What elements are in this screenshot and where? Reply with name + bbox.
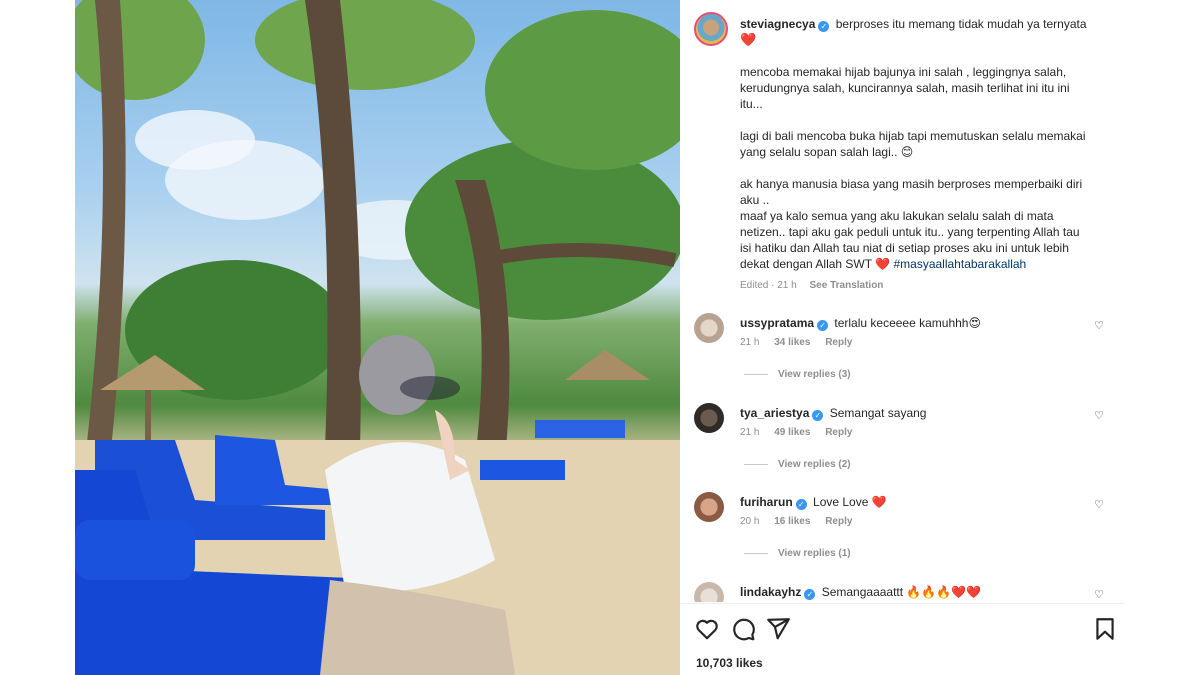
comment-text-line: lindakayhz ✓ Semangaaaattt 🔥🔥🔥❤️❤️	[740, 585, 981, 600]
commenter-username[interactable]: tya_ariestya	[740, 406, 809, 420]
caption-body: mencoba memakai hijab bajunya ini salah …	[740, 64, 1100, 272]
view-replies-label: View replies (2)	[778, 459, 851, 470]
comment-like-heart-icon[interactable]: ♡	[1094, 588, 1104, 601]
verified-badge-icon: ✓	[804, 589, 816, 600]
verified-badge-icon: ✓	[817, 320, 829, 331]
replies-divider	[744, 552, 768, 554]
caption-paragraph-2: lagi di bali mencoba buka hijab tapi mem…	[740, 129, 1086, 159]
verified-badge-icon: ✓	[812, 410, 824, 421]
replies-divider	[744, 463, 768, 465]
comment-like-heart-icon[interactable]: ♡	[1094, 409, 1104, 422]
commenter-username[interactable]: ussypratama	[740, 316, 814, 330]
comment-meta: 21 h 49 likes Reply	[740, 427, 864, 438]
caption-first-line: steviagnecya ✓ berproses itu memang tidak…	[740, 16, 1100, 48]
post-photo[interactable]	[75, 0, 680, 675]
comment-meta: 20 h 16 likes Reply	[740, 516, 864, 527]
reply-button[interactable]: Reply	[825, 337, 852, 348]
comment-text: Semangat sayang	[829, 406, 927, 420]
comment-likes[interactable]: 16 likes	[774, 516, 810, 527]
edited-label: Edited · 21 h	[740, 280, 797, 291]
author-avatar[interactable]	[694, 12, 728, 46]
comment-meta: 21 h 34 likes Reply	[740, 337, 864, 348]
commenter-avatar[interactable]	[694, 582, 724, 602]
comment-item: tya_ariestya ✓ Semangat sayang 21 h 49 li…	[694, 403, 1114, 463]
comment-item: ussypratama ✓ terlalu keceeee kamuhhh😍 21…	[694, 313, 1114, 373]
reply-button[interactable]: Reply	[825, 516, 852, 527]
verified-badge-icon: ✓	[795, 499, 807, 510]
commenter-avatar[interactable]	[694, 403, 724, 433]
commenter-avatar[interactable]	[694, 492, 724, 522]
post-action-bar: 10,703 likes	[680, 603, 1125, 675]
comment-like-heart-icon[interactable]: ♡	[1094, 498, 1104, 511]
comment-time: 21 h	[740, 337, 760, 348]
comment-text-line: ussypratama ✓ terlalu keceeee kamuhhh😍	[740, 316, 981, 331]
comment-time: 20 h	[740, 516, 760, 527]
comment-time: 21 h	[740, 427, 760, 438]
heart-icon[interactable]	[694, 616, 720, 642]
caption-paragraph-1: mencoba memakai hijab bajunya ini salah …	[740, 65, 1070, 111]
post-likes-count[interactable]: 10,703 likes	[696, 656, 763, 670]
see-translation-button[interactable]: See Translation	[810, 280, 884, 291]
bookmark-icon[interactable]	[1092, 616, 1118, 642]
post-detail-panel: steviagnecya ✓ berproses itu memang tidak…	[680, 0, 1125, 675]
hashtag-link[interactable]: #masyaallahtabarakallah	[893, 257, 1026, 271]
verified-badge-icon: ✓	[818, 21, 830, 32]
heart-emoji-icon: ❤️	[740, 32, 757, 47]
comment-likes[interactable]: 34 likes	[774, 337, 810, 348]
beach-scene-illustration	[75, 0, 680, 675]
view-replies-label: View replies (1)	[778, 548, 851, 559]
view-replies-button[interactable]: View replies (2)	[744, 459, 851, 470]
reply-button[interactable]: Reply	[825, 427, 852, 438]
comment-item: furiharun ✓ Love Love ❤️ 20 h 16 likes Re…	[694, 492, 1114, 552]
comment-item: lindakayhz ✓ Semangaaaattt 🔥🔥🔥❤️❤️ ♡	[694, 582, 1114, 602]
share-icon[interactable]	[765, 616, 791, 642]
caption-meta: Edited · 21 h See Translation	[740, 280, 893, 291]
comment-text: Love Love ❤️	[813, 495, 887, 509]
replies-divider	[744, 373, 768, 375]
view-replies-button[interactable]: View replies (3)	[744, 369, 851, 380]
caption-first-text: berproses itu memang tidak mudah ya tern…	[835, 17, 1087, 31]
view-replies-label: View replies (3)	[778, 369, 851, 380]
comment-text-line: furiharun ✓ Love Love ❤️	[740, 495, 887, 510]
comment-text: terlalu keceeee kamuhhh😍	[834, 316, 981, 330]
commenter-avatar[interactable]	[694, 313, 724, 343]
commenter-username[interactable]: lindakayhz	[740, 585, 801, 599]
author-username[interactable]: steviagnecya	[740, 17, 815, 31]
comment-likes[interactable]: 49 likes	[774, 427, 810, 438]
commenter-username[interactable]: furiharun	[740, 495, 793, 509]
comment-text: Semangaaaattt 🔥🔥🔥❤️❤️	[821, 585, 982, 599]
view-replies-button[interactable]: View replies (1)	[744, 548, 851, 559]
comment-icon[interactable]	[730, 616, 756, 642]
comment-text-line: tya_ariestya ✓ Semangat sayang	[740, 406, 926, 421]
comment-like-heart-icon[interactable]: ♡	[1094, 319, 1104, 332]
